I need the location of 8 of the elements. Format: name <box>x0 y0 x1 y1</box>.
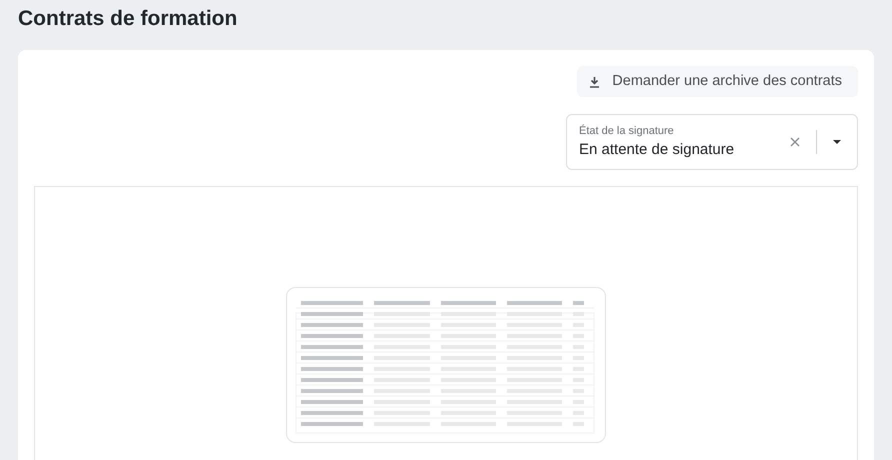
dropdown-caret-icon[interactable] <box>833 140 841 144</box>
clear-icon[interactable] <box>790 137 800 147</box>
page-title: Contrats de formation <box>18 6 238 32</box>
select-label: État de la signature <box>579 124 675 138</box>
select-value: En attente de signature <box>579 140 736 160</box>
signature-status-select[interactable]: État de la signature En attente de signature <box>566 114 858 170</box>
download-icon <box>589 76 600 88</box>
archive-request-button[interactable]: Demander une archive des contrats <box>577 66 858 97</box>
